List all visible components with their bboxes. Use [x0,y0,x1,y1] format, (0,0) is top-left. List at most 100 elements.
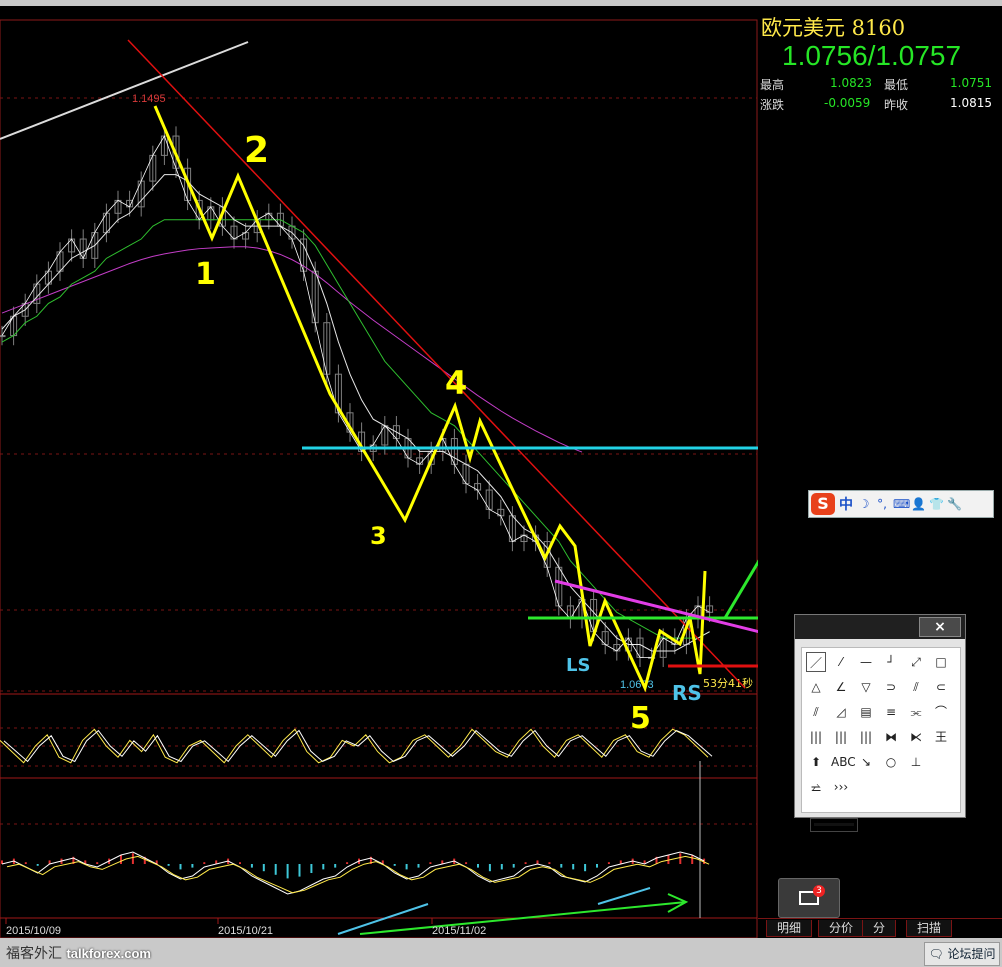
line-width-selector[interactable] [810,818,858,832]
message-button[interactable]: 3 [778,878,840,918]
drawing-tool[interactable]: ◿ [831,702,851,722]
low-value: 1.0751 [950,76,992,90]
drawing-tool[interactable]: □ [931,652,951,672]
drawing-tool[interactable]: ▤ [856,702,876,722]
drawing-tool[interactable]: ⤢ [906,652,926,672]
drawing-tool[interactable] [931,752,951,772]
x-tick-label: 2015/11/02 [432,925,486,937]
tab-minute[interactable]: 分 [862,920,897,937]
drawing-tool[interactable]: ≡ [881,702,901,722]
downtrend-line [127,39,746,689]
x-tick-label: 2015/10/21 [218,925,273,937]
drawing-tool[interactable]: — [856,652,876,672]
countdown-label: 53分41秒 [703,676,753,690]
prevclose-label: 昨收 [884,98,909,112]
drawing-tool[interactable]: ⁄ [831,652,851,672]
wave-label-5: 5 [630,701,651,736]
watermark: 福客外汇 talkforex.com [6,943,151,963]
forum-icon: 🗨 [928,947,948,961]
sogou-logo-icon[interactable]: S [811,493,835,515]
divergence-line [597,887,651,905]
toolbox-grid: ／ ⁄ — ┘ ⤢ □ △ ∠ ▽ ⊃ ⫽ ⊂ ⫽ ◿ ▤ ≡ ⫘ ⌒ ||| ||| ||| ⧓ ⧔ 王 ⬆ ABC ↘ ○ ⊥ ⥨ ››… [801,647,961,832]
oscillator-panel [0,728,713,764]
drawing-tool[interactable]: ⊃ [881,677,901,697]
tab-details[interactable]: 明细 [766,920,813,937]
change-value: -0.0059 [824,96,871,110]
user-icon[interactable]: 👤 [911,497,926,511]
drawing-tool[interactable]: ┘ [881,652,901,672]
high-label: 最高 [760,78,785,92]
wave-label-4: 4 [445,364,467,402]
bid-ask-price: 1.0756/1.0757 [782,40,962,71]
candlesticks [0,126,714,668]
macd-panel [1,851,710,895]
drawing-tool[interactable]: ⫽ [806,702,826,722]
ma-long-series [1,246,583,453]
drawing-tool[interactable]: ⥨ [806,777,826,797]
drawing-tool[interactable]: ||| [806,727,826,747]
high-value: 1.0823 [830,76,872,90]
change-label: 涨跌 [760,98,785,112]
drawing-tool[interactable]: ||| [831,727,851,747]
drawing-tool[interactable]: 王 [931,727,951,747]
punctuation-icon[interactable]: °, [875,497,889,511]
macd-line [1,851,705,895]
drawing-tool[interactable]: ⧔ [906,727,926,747]
drawing-tool[interactable]: ↘ [856,752,876,772]
x-tick-label: 2015/10/09 [6,925,61,937]
drawing-tool[interactable]: ∠ [831,677,851,697]
price-chart[interactable]: 1.14951.067353分41秒 12345LSRSTLS 2015/10/… [0,6,758,938]
chart-frame [0,19,758,938]
drawing-tool[interactable]: ▽ [856,677,876,697]
drawing-tool[interactable]: ⊂ [931,677,951,697]
toolbox-header[interactable]: × [795,615,965,639]
bottom-tabs: 明细 分价 分 扫描 [758,918,1002,937]
tab-price-distribution[interactable]: 分价 [818,920,865,937]
forum-question-button[interactable]: 🗨 论坛提问 [924,942,1000,966]
watermark-site: talkforex.com [66,946,151,961]
prevclose-value: 1.0815 [950,96,992,110]
moon-icon[interactable]: ☽ [857,497,871,511]
upper-channel-line [0,41,249,140]
drawing-tool[interactable]: ⌒ [931,702,951,722]
drawing-tool[interactable]: ⊥ [906,752,926,772]
drawing-tool[interactable]: ／ [806,652,826,672]
drawing-tool[interactable]: ⫘ [906,702,926,722]
wrench-icon[interactable]: 🔧 [947,497,962,511]
message-badge: 3 [813,885,825,897]
wave-label-3: 3 [370,522,387,550]
x-axis: 2015/10/09 2015/10/21 2015/11/02 [5,918,486,937]
drawing-tool[interactable]: ⫽ [906,677,926,697]
chart-grid [0,19,758,938]
close-series [1,135,710,658]
keyboard-icon[interactable]: ⌨ [893,497,910,511]
ma-mid-series [1,219,710,639]
drawing-tool[interactable]: △ [806,677,826,697]
watermark-text: 福客外汇 [6,946,62,962]
drawing-tool[interactable]: ⧓ [881,727,901,747]
close-button[interactable]: × [919,617,961,637]
drawing-tool[interactable]: ○ [881,752,901,772]
drawing-tool[interactable]: ⬆ [806,752,826,772]
tab-scan[interactable]: 扫描 [906,920,953,937]
candle-body [0,335,6,338]
quote-panel: 欧元美元 8160 1.0756/1.0757 最高 1.0823 最低 1.0… [758,8,1002,118]
ime-toolbar[interactable]: S 中 ☽ °, ⌨ 👤 👕 🔧 [808,490,994,518]
ma-short-series [1,174,710,652]
shirt-icon[interactable]: 👕 [929,497,944,511]
left-shoulder-label: LS [566,655,590,676]
oscillator-k-line [0,728,709,764]
instrument-title: 欧元美元 8160 [761,16,906,40]
drawing-tool[interactable]: ||| [856,727,876,747]
drawing-tool[interactable]: ››› [831,777,851,797]
ime-mode-toggle[interactable]: 中 [839,494,853,514]
drawing-toolbox: × ／ ⁄ — ┘ ⤢ □ △ ∠ ▽ ⊃ ⫽ ⊂ ⫽ ◿ ▤ ≡ ⫘ ⌒ ||| ||| ||| ⧓ ⧔ 王 ⬆ ABC ↘ ○ ⊥ ⥨… [794,614,966,832]
moving-averages [1,135,710,658]
wave-label-2: 2 [244,130,269,171]
low-label: 最低 [884,78,909,92]
hand-drawn-annotations: 12345LSRSTLS [0,39,758,935]
trough-price-label: 1.0673 [620,679,654,691]
drawing-tool[interactable]: ABC [831,752,856,772]
forum-label: 论坛提问 [947,947,996,961]
right-shoulder-label: RS [672,681,702,705]
